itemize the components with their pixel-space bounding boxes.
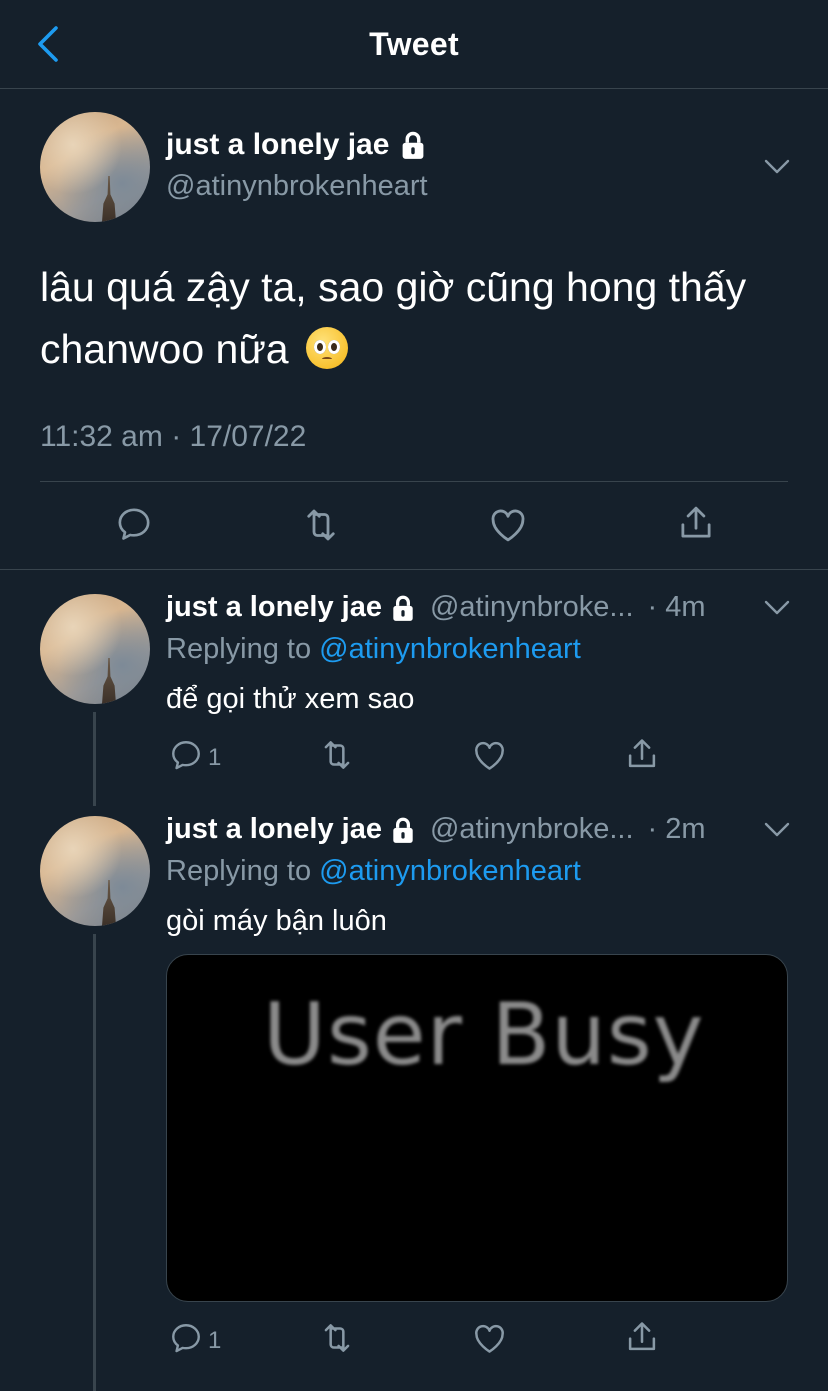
tweet-text: lâu quá zậy ta, sao giờ cũng hong thấy c…: [40, 256, 800, 380]
divider: [40, 481, 788, 482]
reply-count: 1: [208, 1327, 222, 1354]
reply-author-name: just a lonely jae: [166, 813, 382, 845]
thread-line: [93, 934, 96, 1391]
reply-handle: @atinynbroke...: [429, 591, 634, 623]
chevron-down-icon[interactable]: [764, 600, 790, 616]
reply-icon[interactable]: [168, 737, 204, 778]
avatar[interactable]: [40, 112, 150, 222]
reply-icon[interactable]: [114, 504, 154, 549]
retweet-icon[interactable]: [318, 1319, 356, 1362]
replying-to: Replying to @atinynbrokenheart: [166, 633, 581, 666]
reply-header[interactable]: just a lonely jae @atinynbroke... · 2m: [166, 813, 706, 846]
attached-image[interactable]: User Busy: [166, 954, 788, 1302]
replying-to: Replying to @atinynbrokenheart: [166, 855, 581, 888]
avatar[interactable]: [40, 816, 150, 926]
lock-icon: [390, 816, 416, 844]
reply-author-name: just a lonely jae: [166, 591, 382, 623]
reply-count: 1: [208, 744, 222, 771]
reply-header[interactable]: just a lonely jae @atinynbroke... · 4m: [166, 591, 706, 624]
avatar-tower-image: [102, 658, 116, 704]
like-icon[interactable]: [471, 1320, 508, 1362]
lock-icon: [390, 594, 416, 622]
thread-line: [93, 712, 96, 806]
reply-time: · 4m: [647, 591, 706, 623]
reply-text: để gọi thử xem sao: [166, 683, 415, 715]
like-icon[interactable]: [487, 504, 529, 551]
lock-icon: [399, 130, 427, 160]
chevron-down-icon[interactable]: [764, 822, 790, 838]
avatar-tower-image: [102, 880, 116, 926]
author-handle[interactable]: @atinynbrokenheart: [166, 170, 428, 203]
divider: [0, 569, 828, 570]
replying-to-mention[interactable]: @atinynbrokenheart: [319, 633, 581, 665]
share-icon[interactable]: [675, 502, 717, 549]
attached-image-text: User Busy: [263, 985, 705, 1085]
top-bar: Tweet: [0, 0, 828, 89]
tweet-text-body: lâu quá zậy ta, sao giờ cũng hong thấy c…: [40, 264, 747, 372]
page-title: Tweet: [369, 26, 459, 62]
replying-to-mention[interactable]: @atinynbrokenheart: [319, 855, 581, 887]
author-name[interactable]: just a lonely jae: [166, 128, 427, 162]
reply-time: · 2m: [647, 813, 706, 845]
replying-to-label: Replying to: [166, 633, 312, 665]
replying-to-label: Replying to: [166, 855, 312, 887]
retweet-icon[interactable]: [300, 504, 342, 551]
like-icon[interactable]: [471, 737, 508, 779]
avatar[interactable]: [40, 594, 150, 704]
share-icon[interactable]: [623, 1318, 661, 1361]
reply-text: gòi máy bận luôn: [166, 905, 387, 937]
tweet-timestamp[interactable]: 11:32 am · 17/07/22: [40, 420, 306, 454]
pleading-face-icon: [305, 327, 348, 369]
avatar-tower-image: [102, 176, 116, 222]
share-icon[interactable]: [623, 735, 661, 778]
reply-icon[interactable]: [168, 1320, 204, 1361]
author-name-text: just a lonely jae: [166, 128, 390, 161]
chevron-down-icon[interactable]: [764, 159, 790, 175]
retweet-icon[interactable]: [318, 736, 356, 779]
reply-handle: @atinynbroke...: [429, 813, 634, 845]
